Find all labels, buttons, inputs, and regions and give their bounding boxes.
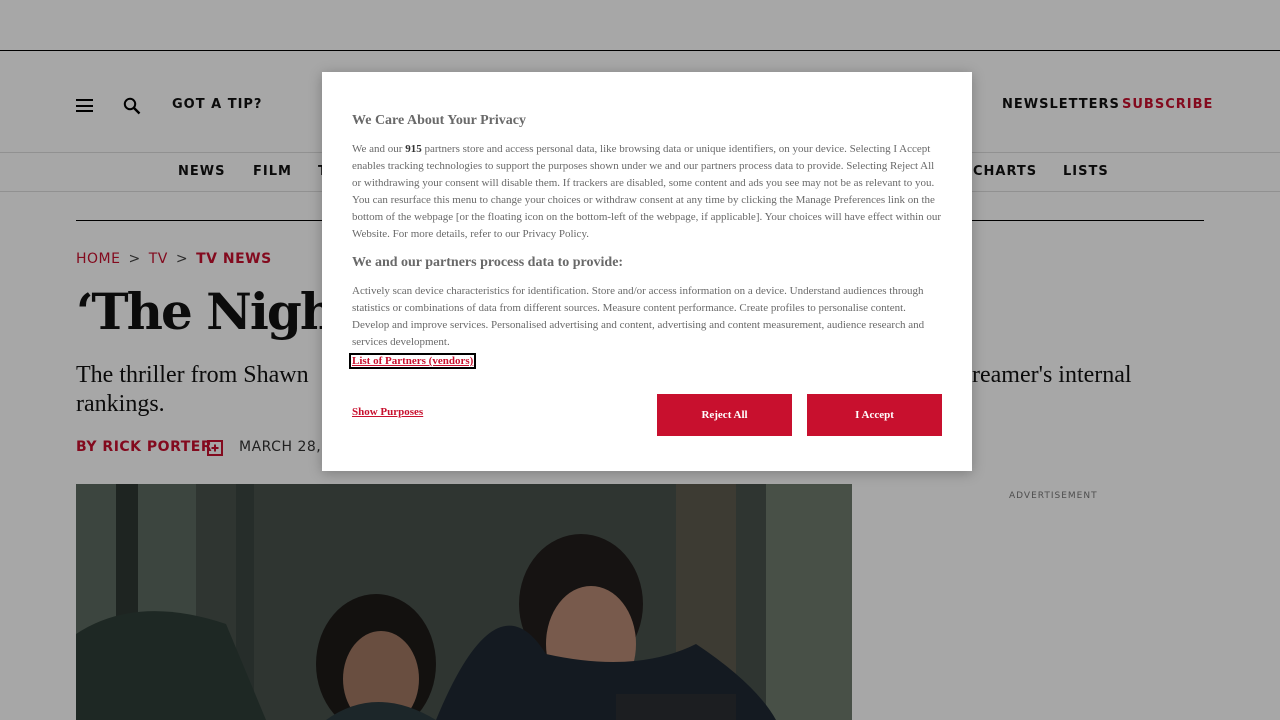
consent-intro-body: partners store and access personal data,… [352, 143, 942, 240]
privacy-consent-dialog: We Care About Your Privacy We and our 91… [322, 72, 972, 471]
consent-title: We Care About Your Privacy [352, 113, 526, 128]
consent-intro: We and our 915 partners store and access… [352, 141, 944, 243]
partner-count: 915 [405, 143, 422, 155]
consent-intro-text: We and our [352, 143, 403, 155]
purposes-text: Actively scan device characteristics for… [352, 285, 925, 348]
purposes-title: We and our partners process data to prov… [352, 255, 624, 270]
accept-button[interactable]: I Accept [807, 394, 942, 436]
show-purposes-link[interactable]: Show Purposes [352, 406, 423, 418]
vendors-link[interactable]: List of Partners (vendors) [348, 353, 477, 369]
reject-all-button[interactable]: Reject All [657, 394, 792, 436]
